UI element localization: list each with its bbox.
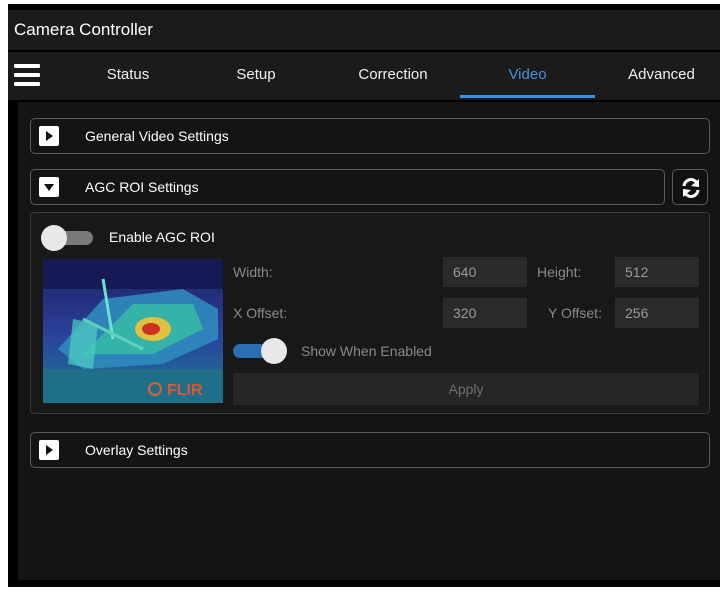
collapse-arrow-icon: [39, 177, 59, 197]
y-offset-field[interactable]: 256: [615, 298, 699, 328]
enable-agc-roi-toggle[interactable]: [41, 225, 95, 251]
enable-agc-roi-label: Enable AGC ROI: [109, 229, 215, 245]
overlay-settings-header[interactable]: Overlay Settings: [30, 432, 710, 468]
tab-setup[interactable]: Setup: [196, 52, 316, 100]
agc-roi-settings-header[interactable]: AGC ROI Settings: [30, 169, 665, 205]
agc-roi-panel: Enable AGC ROI FLIR Width: 640 Height: 5…: [30, 212, 710, 414]
tab-video[interactable]: Video: [460, 52, 595, 100]
video-settings-content: General Video Settings AGC ROI Settings …: [18, 102, 720, 580]
camera-controller-window: Camera Controller Status Setup Correctio…: [8, 4, 720, 587]
width-label: Width:: [233, 264, 273, 280]
general-video-settings-header[interactable]: General Video Settings: [30, 118, 710, 154]
x-offset-label: X Offset:: [233, 305, 288, 321]
title-bar: Camera Controller: [8, 10, 720, 50]
refresh-button[interactable]: [672, 169, 708, 205]
flir-logo-text: FLIR: [167, 382, 203, 399]
show-when-enabled-toggle[interactable]: [233, 338, 287, 364]
tab-correction[interactable]: Correction: [328, 52, 458, 100]
width-field[interactable]: 640: [443, 257, 527, 287]
expand-arrow-icon: [39, 440, 59, 460]
thermal-preview-image: FLIR: [43, 259, 223, 403]
y-offset-label: Y Offset:: [548, 305, 602, 321]
nav-bar: Status Setup Correction Video Advanced: [8, 52, 720, 100]
section-label: Overlay Settings: [85, 442, 188, 458]
tab-advanced[interactable]: Advanced: [603, 52, 720, 100]
height-label: Height:: [537, 264, 582, 280]
window-title: Camera Controller: [14, 20, 153, 39]
height-field[interactable]: 512: [615, 257, 699, 287]
section-label: AGC ROI Settings: [85, 179, 199, 195]
x-offset-field[interactable]: 320: [443, 298, 527, 328]
show-when-enabled-label: Show When Enabled: [301, 343, 432, 359]
section-label: General Video Settings: [85, 128, 229, 144]
hamburger-menu-icon[interactable]: [14, 64, 40, 86]
apply-button[interactable]: Apply: [233, 373, 699, 405]
expand-arrow-icon: [39, 126, 59, 146]
tab-status[interactable]: Status: [68, 52, 188, 100]
refresh-icon: [682, 178, 700, 198]
